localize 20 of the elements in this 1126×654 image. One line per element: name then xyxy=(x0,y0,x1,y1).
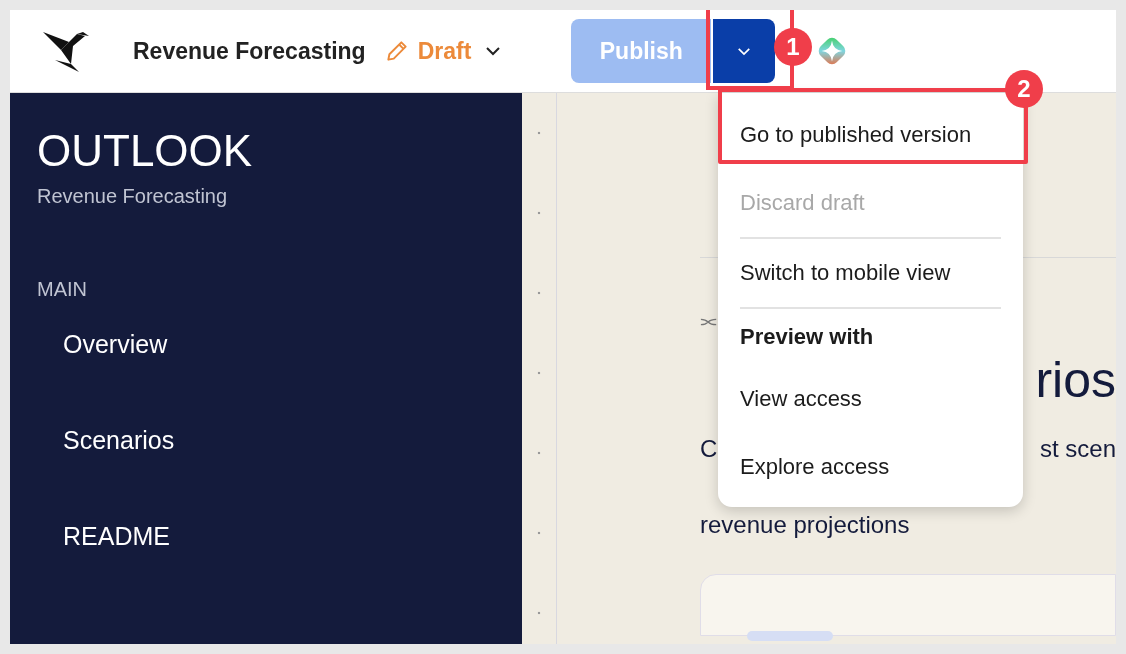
nav-link[interactable]: Overview xyxy=(63,329,522,426)
chevron-down-icon[interactable] xyxy=(485,46,502,56)
shuffle-icon xyxy=(700,316,718,328)
menu-item[interactable]: View access xyxy=(740,365,1001,433)
menu-section-header: Preview with xyxy=(740,323,875,351)
chevron-down-icon xyxy=(737,46,752,56)
page-heading: rios xyxy=(1035,351,1116,410)
nav-link[interactable]: Scenarios xyxy=(63,425,522,522)
menu-item[interactable]: Switch to mobile view xyxy=(740,239,1001,307)
menu-item[interactable]: Explore access xyxy=(740,433,1001,501)
page-description: st scen xyxy=(1039,434,1116,464)
section-label: MAIN xyxy=(37,278,88,302)
app-subtitle: Revenue Forecasting xyxy=(37,185,229,209)
app-title: OUTLOOK xyxy=(37,127,254,176)
page-description: C xyxy=(700,434,718,464)
publish-options-button[interactable] xyxy=(711,19,776,83)
page-description: revenue projections xyxy=(700,510,911,540)
menu-item[interactable]: Go to published version xyxy=(740,101,1001,169)
nav-link[interactable]: README xyxy=(63,521,522,618)
dashboard-title: Revenue Forecasting xyxy=(133,37,366,65)
